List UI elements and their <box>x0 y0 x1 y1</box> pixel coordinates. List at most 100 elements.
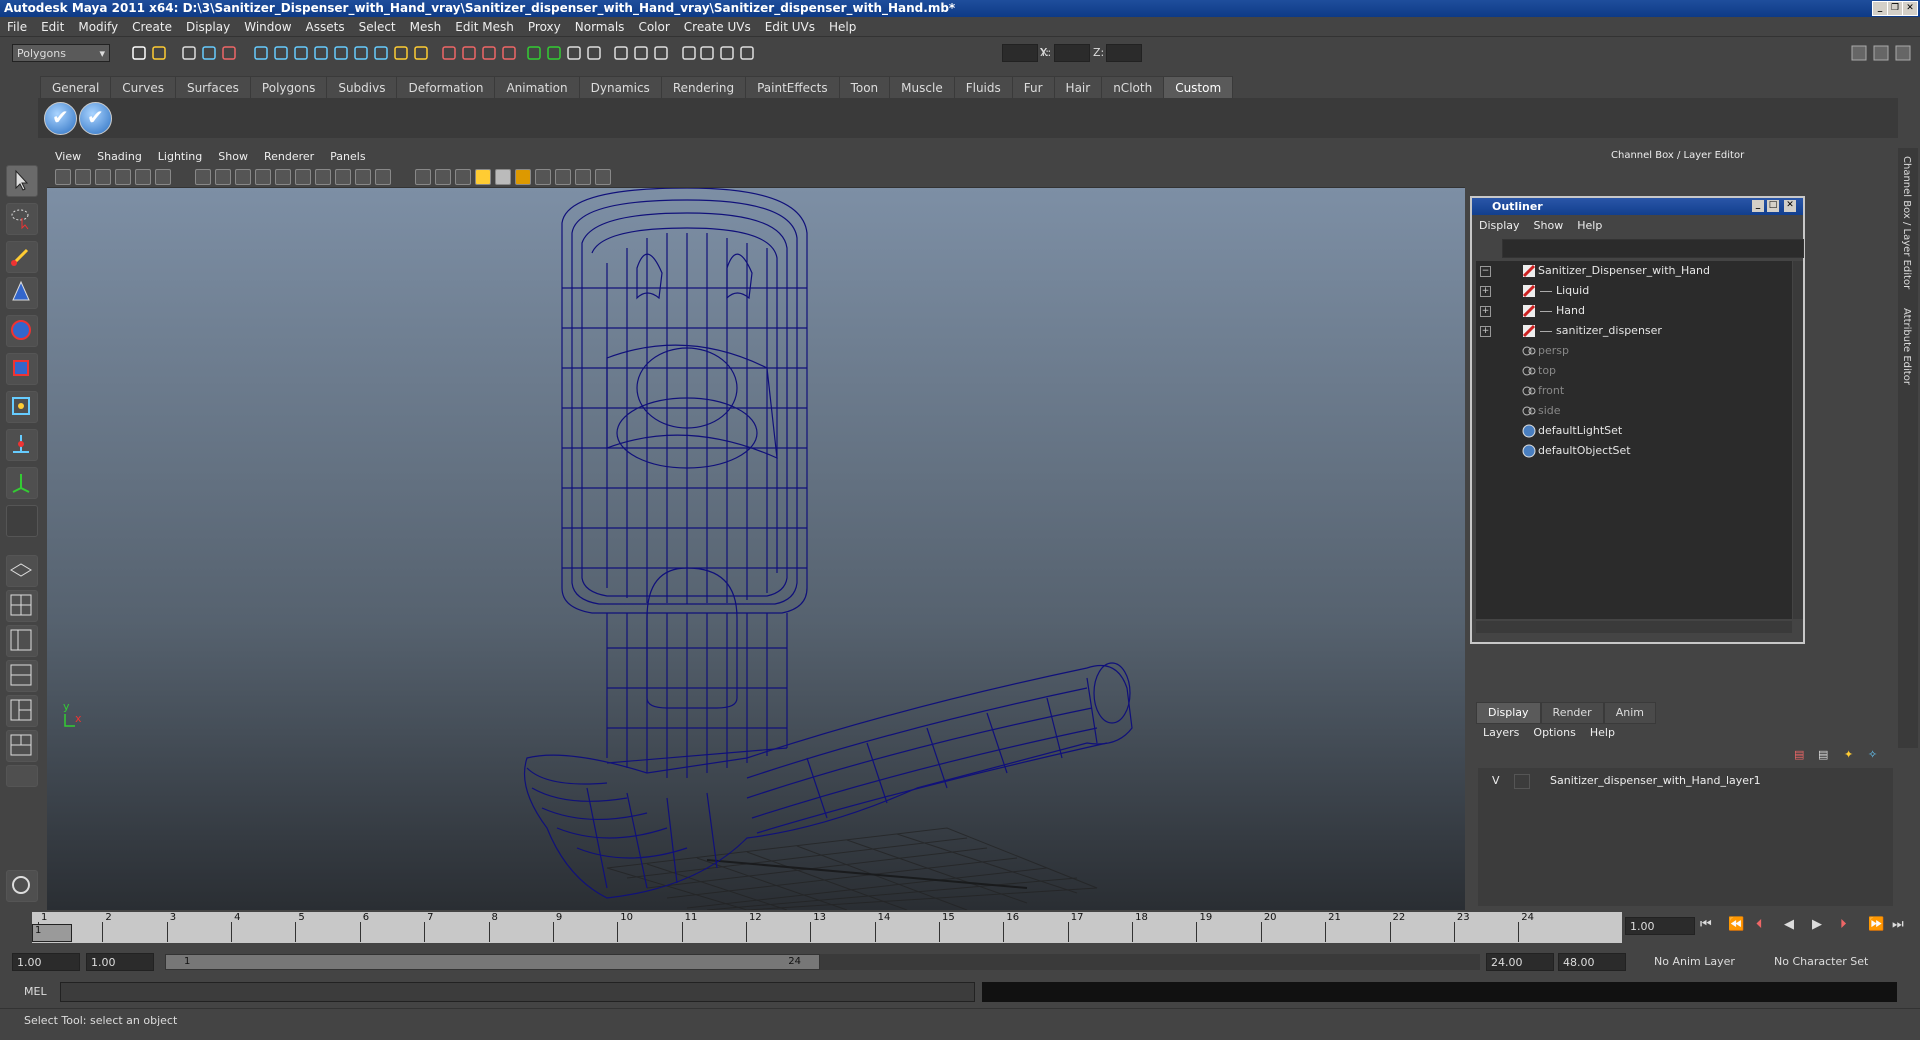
outliner-item[interactable]: − Sanitizer_Dispenser_with_Hand <box>1476 261 1786 281</box>
shelf-tab-rendering[interactable]: Rendering <box>660 76 747 99</box>
outliner-item[interactable]: defaultLightSet <box>1476 421 1786 441</box>
current-frame-field[interactable]: 1.00 <box>1625 917 1695 935</box>
outliner-menu-display[interactable]: Display <box>1472 217 1527 235</box>
layer-color-swatch[interactable] <box>1514 774 1530 789</box>
shelf-tab-general[interactable]: General <box>40 76 112 99</box>
move-tool-icon[interactable] <box>6 277 38 309</box>
menu-modify[interactable]: Modify <box>71 17 125 37</box>
viewport-menu-view[interactable]: View <box>47 148 89 166</box>
menu-help[interactable]: Help <box>822 17 863 37</box>
shelf-tab-fluids[interactable]: Fluids <box>953 76 1013 99</box>
layer-visibility-toggle[interactable]: V <box>1492 772 1500 790</box>
shelf-tab-muscle[interactable]: Muscle <box>889 76 955 99</box>
viewport-toolbar-icon[interactable] <box>555 169 571 185</box>
status-line-tool-icon[interactable] <box>738 44 758 64</box>
outliner-horizontal-scrollbar[interactable] <box>1476 621 1792 633</box>
anim-layer-dropdown[interactable]: No Anim Layer <box>1650 953 1750 971</box>
status-line-tool-icon[interactable] <box>252 44 272 64</box>
viewport-toolbar-icon[interactable] <box>495 169 511 185</box>
viewport-toolbar-icon[interactable] <box>295 169 311 185</box>
menu-normals[interactable]: Normals <box>568 17 632 37</box>
shelf-tab-deformation[interactable]: Deformation <box>396 76 496 99</box>
viewport-toolbar-icon[interactable] <box>535 169 551 185</box>
status-line-tool-icon[interactable] <box>565 44 585 64</box>
outliner-minimize-button[interactable]: _ <box>1752 200 1764 212</box>
status-line-tool-icon[interactable] <box>312 44 332 64</box>
layer-light-icon[interactable]: ✦ <box>1844 748 1853 761</box>
viewport-toolbar-icon[interactable] <box>255 169 271 185</box>
shelf-tab-ncloth[interactable]: nCloth <box>1101 76 1165 99</box>
status-line-tool-icon[interactable] <box>412 44 432 64</box>
viewport-toolbar-icon[interactable] <box>475 169 491 185</box>
layer-tab-anim[interactable]: Anim <box>1603 702 1656 724</box>
viewport-toolbar-icon[interactable] <box>95 169 111 185</box>
menu-display[interactable]: Display <box>179 17 237 37</box>
manipulator-tool-icon[interactable] <box>6 391 38 423</box>
shelf-tab-surfaces[interactable]: Surfaces <box>174 76 251 99</box>
viewport-toolbar-icon[interactable] <box>55 169 71 185</box>
menu-select[interactable]: Select <box>352 17 403 37</box>
status-line-tool-icon[interactable] <box>130 44 150 64</box>
persp-graph-layout-icon[interactable] <box>6 660 38 692</box>
soft-modify-tool-icon[interactable] <box>6 429 38 461</box>
layer-options-icon[interactable]: ✧ <box>1868 748 1877 761</box>
shelf-tab-dynamics[interactable]: Dynamics <box>578 76 662 99</box>
go-to-start-icon[interactable]: ⏮ <box>1700 917 1712 932</box>
status-line-tool-icon[interactable] <box>352 44 372 64</box>
viewport-toolbar-icon[interactable] <box>455 169 471 185</box>
go-to-end-icon[interactable]: ⏭ <box>1892 917 1904 932</box>
command-input[interactable] <box>60 982 975 1002</box>
play-backward-icon[interactable]: ◀ <box>1784 917 1794 932</box>
shelf-tab-toon[interactable]: Toon <box>838 76 891 99</box>
layout-options-icon[interactable] <box>6 765 38 787</box>
step-forward-icon[interactable]: ⏵ <box>1840 917 1847 932</box>
layer-menu-layers[interactable]: Layers <box>1476 723 1526 743</box>
shelf-tab-subdivs[interactable]: Subdivs <box>326 76 398 99</box>
last-tool-slot[interactable] <box>6 505 38 537</box>
shelf-tab-painteffects[interactable]: PaintEffects <box>745 76 840 99</box>
menu-mesh[interactable]: Mesh <box>403 17 449 37</box>
outliner-close-button[interactable]: ✕ <box>1784 200 1796 212</box>
viewport-toolbar-icon[interactable] <box>415 169 431 185</box>
start-time-field[interactable]: 1.00 <box>12 953 80 971</box>
shelf-tab-hair[interactable]: Hair <box>1053 76 1103 99</box>
rotate-tool-icon[interactable] <box>6 315 38 347</box>
outliner-item[interactable]: + Hand <box>1476 301 1786 321</box>
menu-edit-mesh[interactable]: Edit Mesh <box>448 17 521 37</box>
outliner-item[interactable]: defaultObjectSet <box>1476 441 1786 461</box>
shelf-tab-polygons[interactable]: Polygons <box>249 76 328 99</box>
show-manipulator-tool-icon[interactable] <box>6 467 38 499</box>
new-layer-icon[interactable]: ▤ <box>1794 748 1804 761</box>
custom-shelf-check-icon-1[interactable] <box>44 102 77 135</box>
status-line-tool-icon[interactable] <box>585 44 605 64</box>
playback-end-field[interactable]: 24.00 <box>1486 953 1554 971</box>
lasso-tool-icon[interactable] <box>6 203 38 235</box>
outliner-maximize-button[interactable]: □ <box>1767 200 1779 212</box>
viewport-toolbar-icon[interactable] <box>115 169 131 185</box>
outliner-item[interactable]: persp <box>1476 341 1786 361</box>
outliner-item[interactable]: + sanitizer_dispenser <box>1476 321 1786 341</box>
viewport-menu-lighting[interactable]: Lighting <box>150 148 210 166</box>
viewport-toolbar-icon[interactable] <box>75 169 91 185</box>
viewport-menu-shading[interactable]: Shading <box>89 148 150 166</box>
status-line-tool-icon[interactable] <box>440 44 460 64</box>
current-time-marker[interactable]: 1 <box>32 924 72 942</box>
expand-toggle-icon[interactable]: − <box>1480 266 1491 277</box>
menu-window[interactable]: Window <box>237 17 298 37</box>
status-line-tool-icon[interactable] <box>460 44 480 64</box>
side-tab-channel-box[interactable]: Channel Box / Layer Editor <box>1901 156 1912 289</box>
viewport-toolbar-icon[interactable] <box>155 169 171 185</box>
status-line-tool-icon[interactable] <box>292 44 312 64</box>
viewport-toolbar-icon[interactable] <box>375 169 391 185</box>
new-layer-selected-icon[interactable]: ▤ <box>1818 748 1828 761</box>
restore-button[interactable]: ❐ <box>1887 1 1903 16</box>
expand-toggle-icon[interactable]: + <box>1480 286 1491 297</box>
outliner-vertical-scrollbar[interactable] <box>1793 261 1803 619</box>
menu-file[interactable]: File <box>0 17 34 37</box>
layer-menu-options[interactable]: Options <box>1526 723 1582 743</box>
menu-edit[interactable]: Edit <box>34 17 71 37</box>
close-button[interactable]: ✕ <box>1902 1 1918 16</box>
menu-assets[interactable]: Assets <box>299 17 352 37</box>
play-forward-icon[interactable]: ▶ <box>1812 917 1822 932</box>
x-input[interactable] <box>1002 44 1038 62</box>
